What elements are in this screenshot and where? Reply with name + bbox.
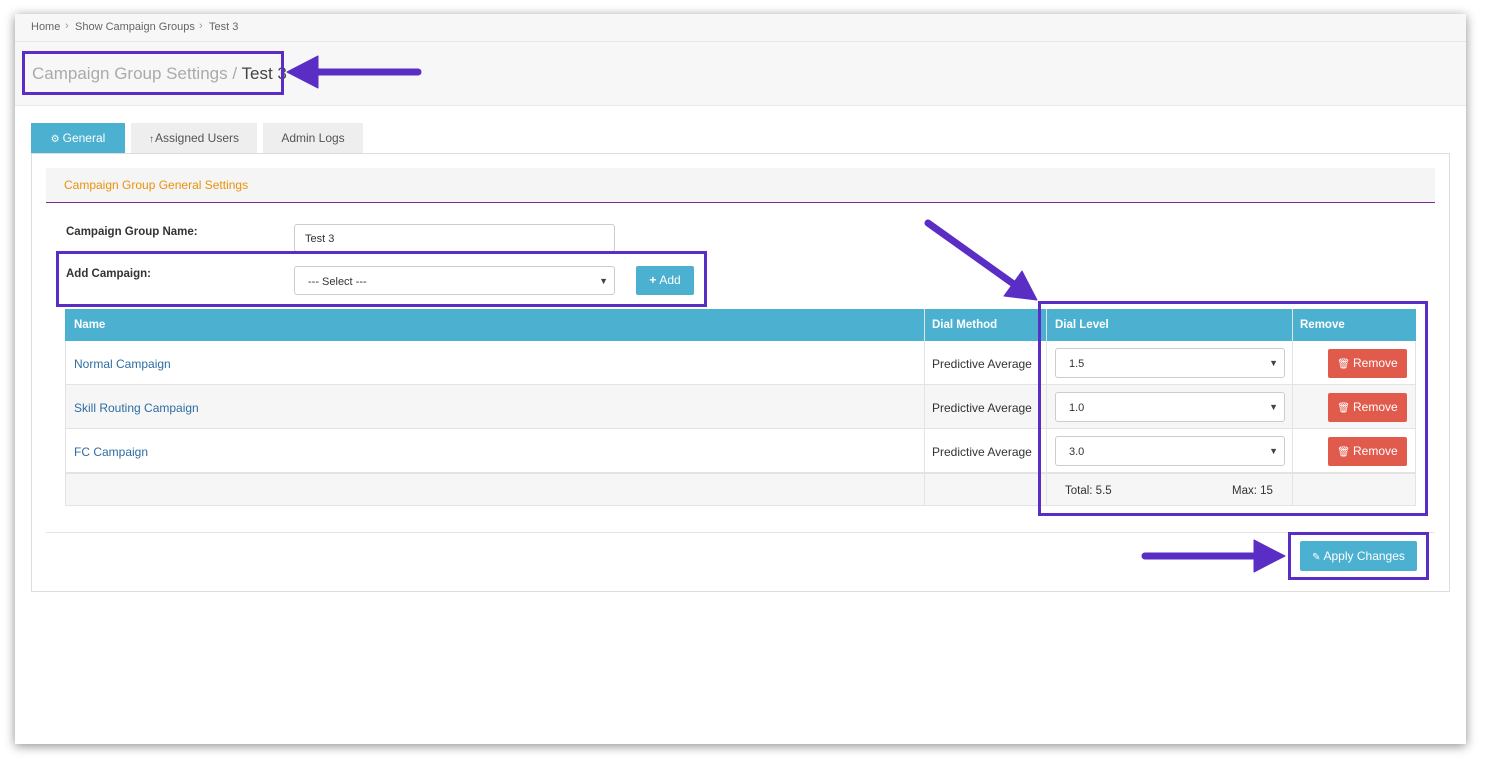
annotation-box-dial-level xyxy=(1038,301,1428,516)
annotation-box-title xyxy=(22,51,284,95)
breadcrumb-current: Test 3 xyxy=(209,21,239,33)
tab-assigned-users-label: Assigned Users xyxy=(154,131,240,145)
column-divider xyxy=(924,309,925,506)
tab-admin-logs-label: Admin Logs xyxy=(281,131,345,145)
arrow-up-icon: ↑ xyxy=(148,134,154,145)
breadcrumb-campaign-groups-link[interactable]: Show Campaign Groups xyxy=(75,21,195,33)
column-header-dial-method: Dial Method xyxy=(932,319,998,331)
breadcrumb-separator: › xyxy=(65,20,69,32)
tab-general[interactable]: ⚙ General xyxy=(31,123,125,153)
section-header xyxy=(46,168,1435,203)
column-header-name: Name xyxy=(74,319,106,331)
divider xyxy=(46,532,1435,533)
campaign-group-name-label: Campaign Group Name: xyxy=(66,226,198,238)
breadcrumb-separator: › xyxy=(199,20,203,32)
campaign-link[interactable]: Skill Routing Campaign xyxy=(74,401,199,415)
gears-icon: ⚙ xyxy=(50,134,60,145)
dial-method-cell: Predictive Average xyxy=(932,357,1032,371)
tab-assigned-users[interactable]: ↑Assigned Users xyxy=(131,123,257,153)
breadcrumb-home-link[interactable]: Home xyxy=(31,21,60,33)
annotation-box-apply xyxy=(1288,532,1429,580)
section-title: Campaign Group General Settings xyxy=(64,178,249,192)
campaign-group-name-input[interactable]: Test 3 xyxy=(294,224,615,252)
breadcrumb: Home › Show Campaign Groups › Test 3 xyxy=(15,14,1466,42)
campaign-link[interactable]: Normal Campaign xyxy=(74,357,171,371)
dial-method-cell: Predictive Average xyxy=(932,401,1032,415)
campaign-link[interactable]: FC Campaign xyxy=(74,445,148,459)
dial-method-cell: Predictive Average xyxy=(932,445,1032,459)
annotation-box-add-campaign xyxy=(56,251,707,307)
tab-admin-logs[interactable]: Admin Logs xyxy=(263,123,363,153)
tab-general-label: General xyxy=(62,131,106,145)
